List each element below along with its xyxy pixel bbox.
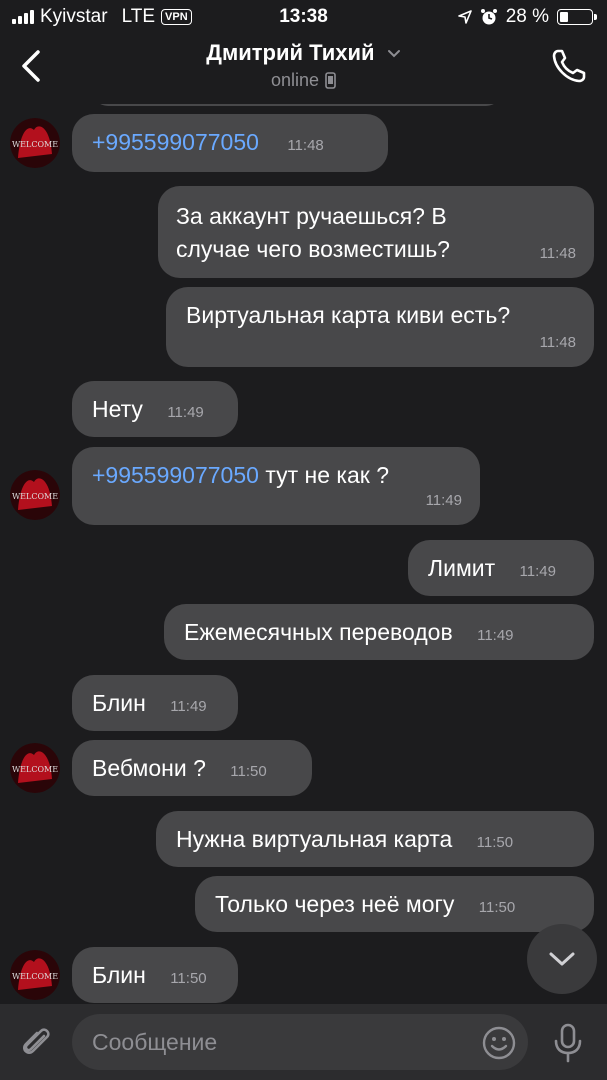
avatar[interactable]: WELCOME [10,470,60,520]
message-time: 11:49 [477,627,514,644]
message-text: Блин [92,962,146,988]
message-in[interactable]: Блин 11:50 [72,947,238,1003]
avatar-text: WELCOME [12,765,58,774]
message-text: Лимит [428,555,496,581]
message-time: 11:49 [167,404,204,421]
call-button[interactable] [549,46,589,86]
message-in[interactable]: +995599077050 тут не как ? 11:49 [72,447,480,525]
message-out[interactable]: За аккаунт ручаешься? В случае чего возм… [158,186,594,278]
chevron-down-icon [387,50,400,58]
message-text: Блин [92,690,146,716]
status-bar: Kyivstar LTE VPN 13:38 28 % [0,0,607,34]
contact-status: online [270,70,320,90]
mobile-device-icon [325,72,336,89]
message-text: Ежемесячных переводов [184,619,453,645]
sticker-emoji-button[interactable] [482,1026,516,1060]
chevron-down-icon [549,952,575,966]
message-text: Виртуальная карта киви есть? [186,302,511,328]
message-time: 11:50 [170,970,207,987]
battery-percent: 28 % [505,6,549,27]
message-input[interactable]: Сообщение [72,1014,528,1070]
message-out[interactable]: Ежемесячных переводов 11:49 [164,604,594,660]
message-time: 11:50 [476,834,514,851]
message-time: 11:48 [539,334,576,351]
phone-link[interactable]: +995599077050 [92,462,259,488]
message-in[interactable]: Нету 11:49 [72,381,238,437]
message-out[interactable]: Лимит 11:49 [408,540,594,596]
message-out[interactable]: Только через неё могу 11:50 [195,876,594,932]
message-text: Нету [92,396,143,422]
message-in[interactable]: +995599077050 11:48 [72,114,388,172]
message-bubble-partial [92,104,502,106]
message-text: Нужна виртуальная карта [176,826,453,852]
message-text: тут не как ? [258,462,390,488]
message-text: За аккаунт ручаешься? В случае чего возм… [176,203,450,262]
message-in[interactable]: Вебмони ? 11:50 [72,740,312,796]
avatar-text: WELCOME [12,492,58,501]
chat-screen: Kyivstar LTE VPN 13:38 28 % Дмитрий Тихи… [0,0,607,1080]
location-icon [457,10,472,24]
phone-link[interactable]: +995599077050 [92,129,259,155]
message-time: 11:49 [170,698,207,715]
microphone-button[interactable] [550,1022,586,1064]
message-time: 11:50 [230,763,267,780]
avatar[interactable]: WELCOME [10,950,60,1000]
alarm-icon [480,9,497,25]
message-time: 11:48 [287,137,324,154]
contact-name: Дмитрий Тихий [206,40,375,65]
message-time: 11:48 [539,245,576,262]
avatar-text: WELCOME [12,140,58,149]
message-time: 11:49 [425,492,462,509]
chat-header: Дмитрий Тихий online [0,34,607,104]
message-text: Только через неё могу [215,891,455,917]
status-right: 28 % [457,6,597,28]
message-list[interactable]: WELCOME +995599077050 11:48 За аккаунт р… [0,104,607,1004]
contact-title[interactable]: Дмитрий Тихий online [100,40,507,91]
battery-icon [557,9,597,25]
message-in[interactable]: Блин 11:49 [72,675,238,731]
avatar[interactable]: WELCOME [10,118,60,168]
compose-bar: Сообщение [0,1004,607,1080]
message-out[interactable]: Нужна виртуальная карта 11:50 [156,811,594,867]
message-time: 11:50 [478,899,516,916]
avatar-text: WELCOME [12,972,58,981]
scroll-down-button[interactable] [527,924,597,994]
avatar[interactable]: WELCOME [10,743,60,793]
message-text: Вебмони ? [92,755,206,781]
message-out[interactable]: Виртуальная карта киви есть? 11:48 [166,287,594,367]
attach-button[interactable] [18,1022,54,1062]
message-input-placeholder: Сообщение [92,1028,218,1055]
message-time: 11:49 [519,563,556,580]
back-button[interactable] [14,44,50,88]
